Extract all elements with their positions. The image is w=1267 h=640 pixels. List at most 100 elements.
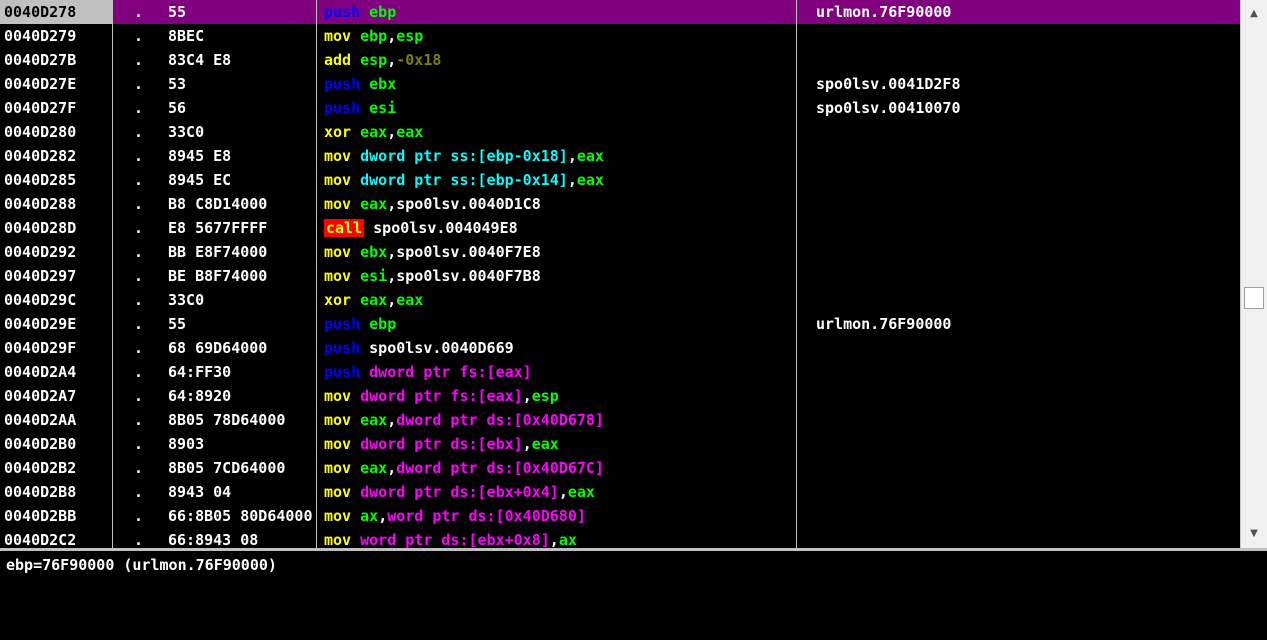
asm-token xyxy=(360,99,369,117)
disassembly-row[interactable]: 0040D288. B8 C8D14000 mov eax,spo0lsv.0040… xyxy=(0,192,1240,216)
disassembly-cell: push ebp xyxy=(324,0,794,24)
comment-cell xyxy=(816,288,1236,312)
marker-cell: . xyxy=(134,387,144,405)
disassembly-cell: mov ax,word ptr ds:[0x40D680] xyxy=(324,504,794,528)
comment-cell xyxy=(816,192,1236,216)
asm-token: push xyxy=(324,75,361,93)
disassembly-row[interactable]: 0040D2B0. 8903 mov dword ptr ds:[ebx],eax xyxy=(0,432,1240,456)
comment-cell xyxy=(816,456,1236,480)
asm-token: mov xyxy=(324,195,352,213)
disassembly-cell: add esp,-0x18 xyxy=(324,48,794,72)
address-cell: 0040D2B0 xyxy=(4,435,77,453)
marker-cell: . xyxy=(134,195,144,213)
scrollbar-thumb[interactable] xyxy=(1244,286,1264,309)
disassembly-cell: mov dword ptr ds:[ebx+0x4],eax xyxy=(324,480,794,504)
asm-token xyxy=(351,243,360,261)
vertical-scrollbar[interactable]: ▲ ▼ xyxy=(1240,0,1267,548)
disassembly-row[interactable]: 0040D282. 8945 E8 mov dword ptr ss:[ebp-0x… xyxy=(0,144,1240,168)
address-cell: 0040D27E xyxy=(4,75,77,93)
address-cell: 0040D2A7 xyxy=(4,387,77,405)
disassembly-row[interactable]: 0040D29F. 68 69D64000 push spo0lsv.0040D66… xyxy=(0,336,1240,360)
comment-cell xyxy=(816,168,1236,192)
disassembly-row[interactable]: 0040D27E. 53 push ebx spo0lsv.0041D2F8 xyxy=(0,72,1240,96)
disassembly-row[interactable]: 0040D28D. E8 5677FFFF call spo0lsv.004049E… xyxy=(0,216,1240,240)
comment-cell: urlmon.76F90000 xyxy=(816,3,952,21)
disassembly-cell: mov word ptr ds:[ebx+0x8],ax xyxy=(324,528,794,548)
disassembly-cell: call spo0lsv.004049E8 xyxy=(324,216,794,240)
asm-token: spo0lsv.004049E8 xyxy=(373,219,518,237)
disassembly-row[interactable]: 0040D285. 8945 EC mov dword ptr ss:[ebp-0x… xyxy=(0,168,1240,192)
asm-token: ebx xyxy=(369,75,397,93)
asm-token: esp xyxy=(531,387,559,405)
disassembly-row[interactable]: 0040D2B2. 8B05 7CD64000 mov eax,dword ptr … xyxy=(0,456,1240,480)
asm-token xyxy=(351,51,360,69)
disassembly-row[interactable]: 0040D279. 8BEC mov ebp,esp xyxy=(0,24,1240,48)
asm-token: , xyxy=(387,291,397,309)
disassembly-row[interactable]: 0040D2BB. 66:8B05 80D64000 mov ax,word ptr… xyxy=(0,504,1240,528)
address-cell: 0040D288 xyxy=(4,195,77,213)
disassembly-pane[interactable]: 0040D278. 55 push ebp urlmon.76F90000 0040D2… xyxy=(0,0,1240,548)
address-cell: 0040D278 xyxy=(0,0,112,24)
asm-token: , xyxy=(522,435,532,453)
marker-cell: . xyxy=(134,99,144,117)
asm-token: eax xyxy=(396,291,424,309)
scroll-down-icon[interactable]: ▼ xyxy=(1241,522,1267,546)
comment-cell xyxy=(816,408,1236,432)
asm-token xyxy=(351,195,360,213)
asm-token xyxy=(360,363,369,381)
asm-token: eax xyxy=(360,123,388,141)
asm-token: esp xyxy=(360,51,388,69)
asm-token xyxy=(360,315,369,333)
address-cell: 0040D27F xyxy=(4,99,77,117)
asm-token xyxy=(351,291,360,309)
disassembly-row[interactable]: 0040D297. BE B8F74000 mov esi,spo0lsv.0040… xyxy=(0,264,1240,288)
disassembly-row[interactable]: 0040D2B8. 8943 04 mov dword ptr ds:[ebx+0x… xyxy=(0,480,1240,504)
disassembly-row[interactable]: 0040D292. BB E8F74000 mov ebx,spo0lsv.0040… xyxy=(0,240,1240,264)
disassembly-row[interactable]: 0040D2A4. 64:FF30 push dword ptr fs:[eax] xyxy=(0,360,1240,384)
asm-token: dword ptr ds:[ebx+0x4] xyxy=(360,483,559,501)
asm-token: , xyxy=(387,195,397,213)
marker-cell: . xyxy=(134,507,144,525)
disassembly-row[interactable]: 0040D278. 55 push ebp urlmon.76F90000 xyxy=(0,0,1240,24)
disassembly-row[interactable]: 0040D27F. 56 push esi spo0lsv.00410070 xyxy=(0,96,1240,120)
disassembly-row[interactable]: 0040D29E. 55 push ebp urlmon.76F90000 xyxy=(0,312,1240,336)
disassembly-row[interactable]: 0040D27B. 83C4 E8 add esp,-0x18 xyxy=(0,48,1240,72)
asm-token: eax xyxy=(360,459,388,477)
asm-token: esp xyxy=(396,27,424,45)
asm-token: mov xyxy=(324,267,352,285)
disassembly-row[interactable]: 0040D280. 33C0 xor eax,eax xyxy=(0,120,1240,144)
hex-dump-cell: 55 xyxy=(168,3,187,21)
asm-token: eax xyxy=(396,123,424,141)
disassembly-row[interactable]: 0040D2A7. 64:8920 mov dword ptr fs:[eax],e… xyxy=(0,384,1240,408)
disassembly-cell: mov dword ptr fs:[eax],esp xyxy=(324,384,794,408)
disassembly-cell: mov dword ptr ss:[ebp-0x18],eax xyxy=(324,144,794,168)
hex-dump-cell: 56 xyxy=(168,99,187,117)
asm-token xyxy=(351,435,360,453)
disassembly-row[interactable]: 0040D2AA. 8B05 78D64000 mov eax,dword ptr … xyxy=(0,408,1240,432)
asm-token xyxy=(351,507,360,525)
asm-token: mov xyxy=(324,147,352,165)
asm-token: eax xyxy=(576,147,604,165)
asm-token: call xyxy=(324,219,365,237)
scroll-up-icon[interactable]: ▲ xyxy=(1241,2,1267,26)
marker-cell: . xyxy=(134,243,144,261)
disassembly-row[interactable]: 0040D29C. 33C0 xor eax,eax xyxy=(0,288,1240,312)
disassembly-row[interactable]: 0040D2C2. 66:8943 08 mov word ptr ds:[ebx+… xyxy=(0,528,1240,548)
asm-token: , xyxy=(567,147,577,165)
asm-token xyxy=(364,219,373,237)
asm-token: word ptr ds:[0x40D680] xyxy=(387,507,586,525)
asm-token xyxy=(351,171,360,189)
hex-dump-cell: 64:8920 xyxy=(168,387,232,405)
asm-token xyxy=(360,339,369,357)
info-pane[interactable]: ebp=76F90000 (urlmon.76F90000) xyxy=(0,548,1267,640)
disassembly-cell: mov esi,spo0lsv.0040F7B8 xyxy=(324,264,794,288)
address-cell: 0040D29E xyxy=(4,315,77,333)
asm-token xyxy=(360,75,369,93)
disassembly-cell: xor eax,eax xyxy=(324,120,794,144)
asm-token: , xyxy=(549,531,559,548)
address-cell: 0040D2BB xyxy=(4,507,77,525)
asm-token: , xyxy=(387,267,397,285)
marker-cell: . xyxy=(134,147,144,165)
address-cell: 0040D2C2 xyxy=(4,531,77,548)
disassembly-cell: push ebx xyxy=(324,72,794,96)
